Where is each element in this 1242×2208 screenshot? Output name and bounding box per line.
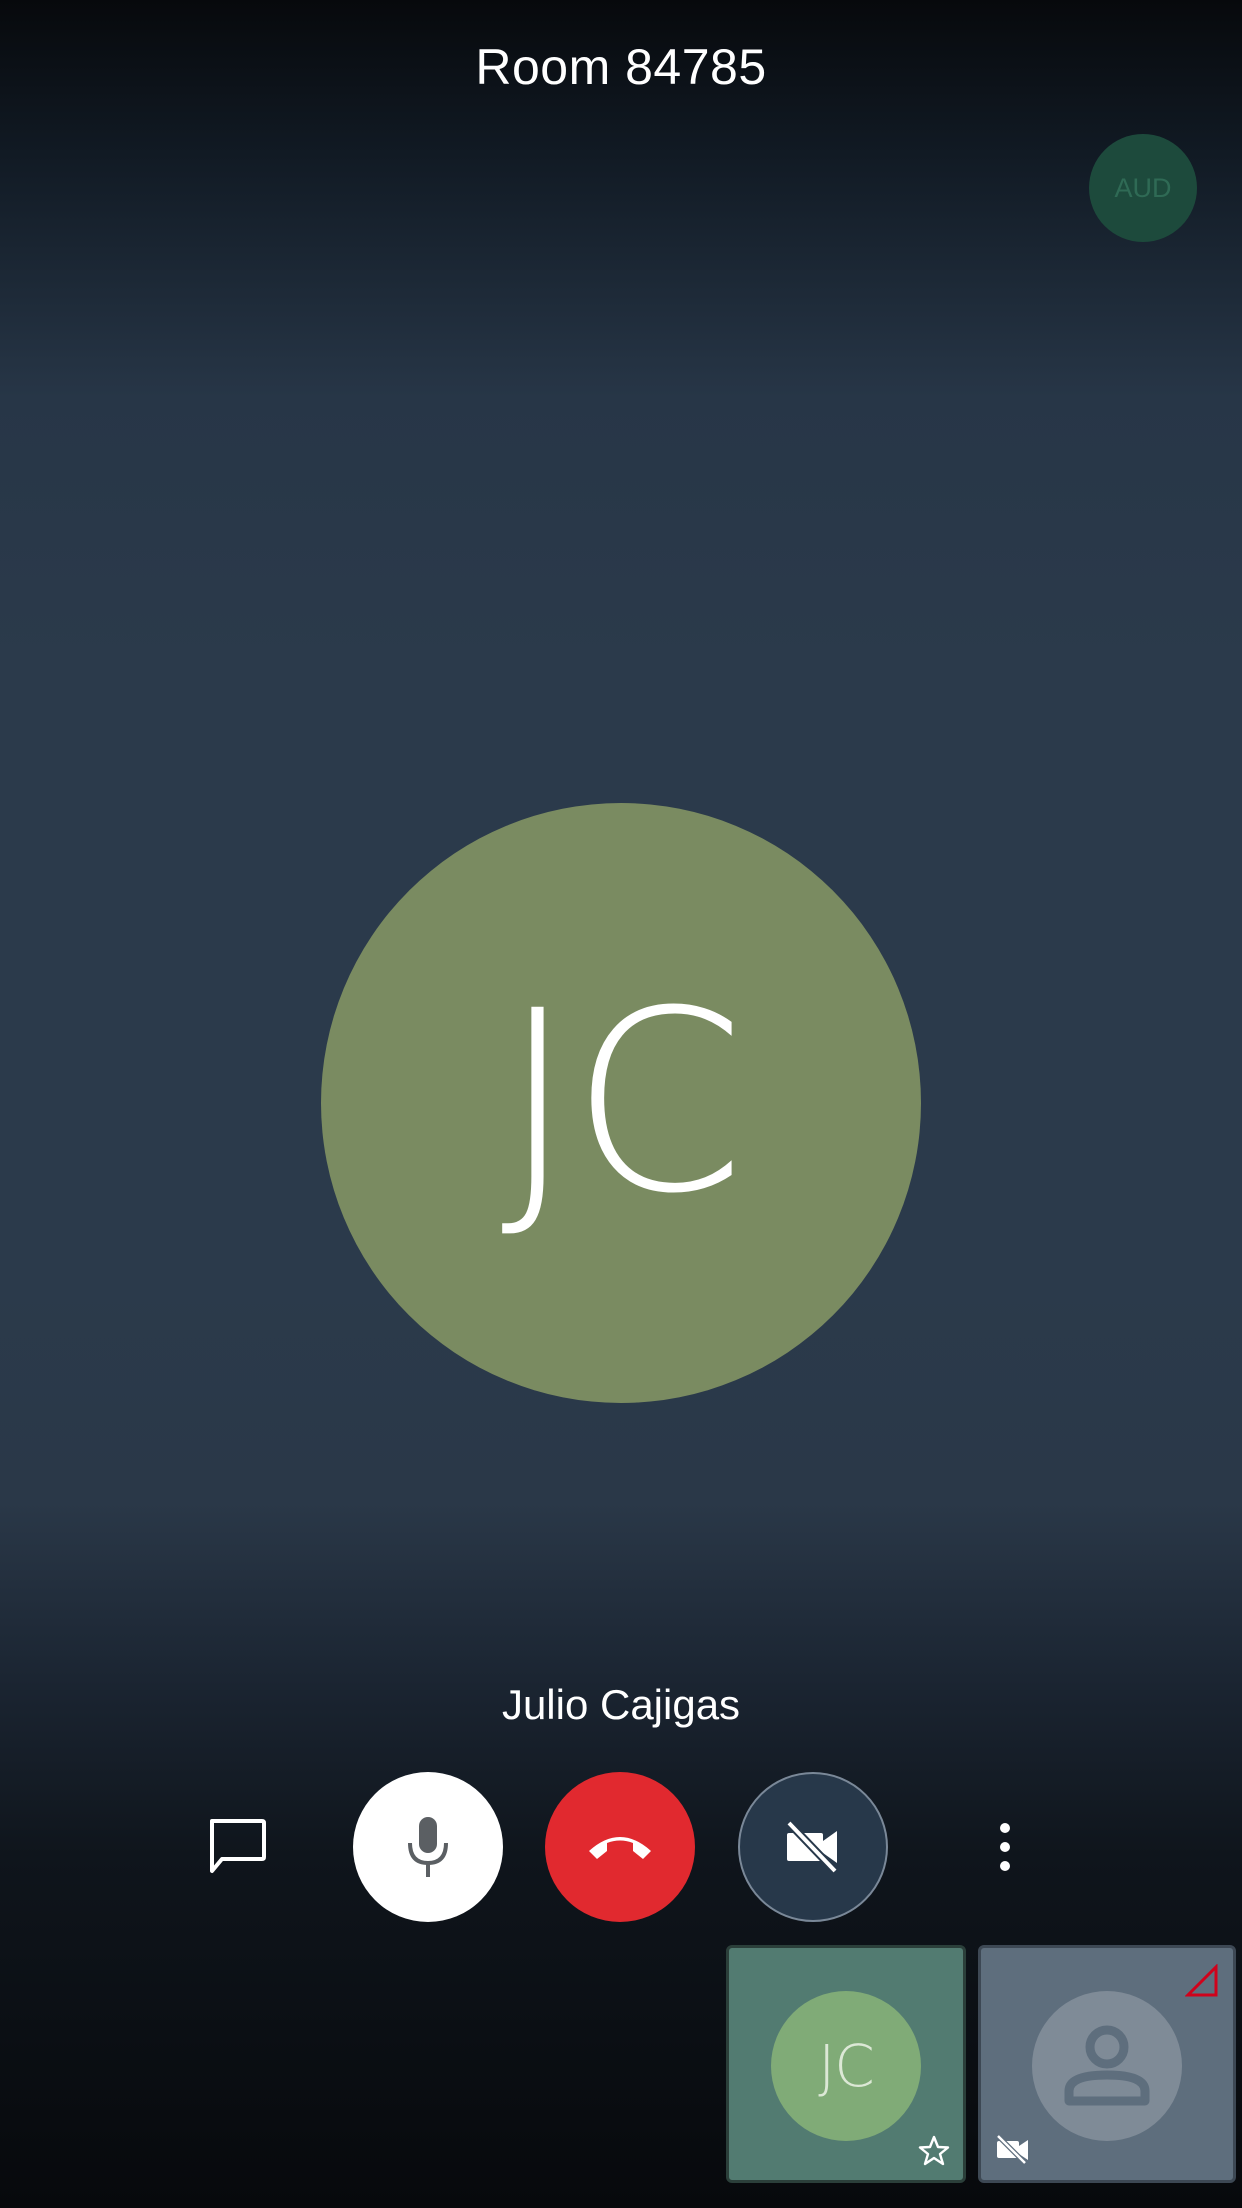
star-icon xyxy=(918,2135,950,2166)
person-icon xyxy=(1064,2025,1150,2106)
phone-hangup-icon xyxy=(589,1837,651,1859)
chat-bubble-icon xyxy=(210,1819,266,1873)
more-options-button[interactable] xyxy=(930,1772,1080,1922)
local-participant-initials: JC xyxy=(818,2032,875,2100)
room-title: Room 84785 xyxy=(475,39,767,95)
camera-toggle-button[interactable] xyxy=(738,1772,888,1922)
main-participant-name: Julio Cajigas xyxy=(501,1681,741,1728)
call-screen: { "header": { "room_title": "Room 84785"… xyxy=(0,0,1242,2208)
local-participant-avatar: JC xyxy=(771,1991,921,2141)
audio-only-badge[interactable]: AUD xyxy=(1089,134,1197,242)
video-off-icon xyxy=(996,2134,1028,2164)
remote-participant-avatar xyxy=(1032,1991,1182,2141)
signal-warning-icon xyxy=(1185,1964,1218,1997)
more-vertical-icon xyxy=(1000,1823,1010,1871)
microphone-button[interactable] xyxy=(353,1772,503,1922)
main-participant-avatar: JC xyxy=(321,803,921,1403)
audio-only-label: AUD xyxy=(1114,172,1172,203)
local-participant-thumbnail[interactable]: JC xyxy=(726,1945,966,2183)
remote-participant-thumbnail[interactable] xyxy=(978,1945,1236,2183)
hangup-button[interactable] xyxy=(545,1772,695,1922)
chat-button[interactable] xyxy=(162,1772,312,1922)
mic-icon xyxy=(408,1817,448,1877)
main-participant-initials: JC xyxy=(500,957,745,1248)
video-off-icon xyxy=(786,1820,838,1874)
